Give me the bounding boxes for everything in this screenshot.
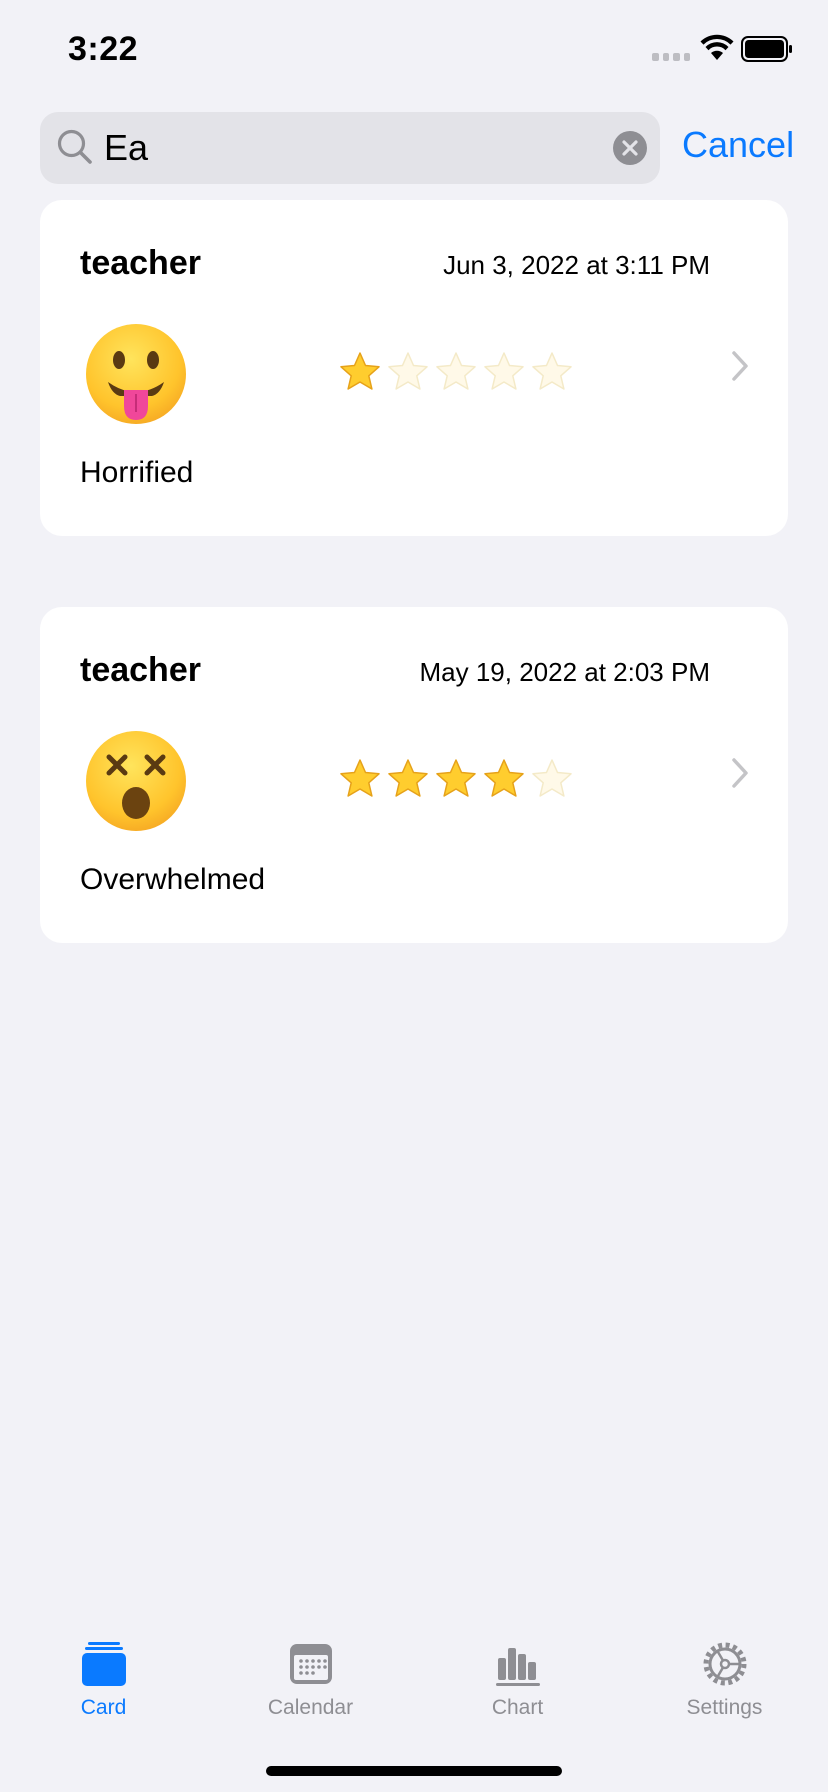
star-empty-icon: [388, 352, 428, 390]
search-bar: [40, 112, 660, 184]
star-rating: [338, 350, 574, 394]
entry-card[interactable]: teacher May 19, 2022 at 2:03 PM Overwhel…: [40, 607, 788, 943]
entry-title: teacher: [80, 651, 201, 689]
entry-date: May 19, 2022 at 2:03 PM: [419, 657, 710, 687]
tab-chart[interactable]: Chart: [414, 1620, 621, 1730]
star-filled-icon: [340, 759, 380, 797]
cancel-button[interactable]: Cancel: [682, 124, 794, 166]
tab-label: Card: [80, 1696, 127, 1719]
bar-chart-icon: [496, 1648, 540, 1686]
tab-settings[interactable]: Settings: [621, 1620, 828, 1730]
star-filled-icon: [340, 352, 380, 390]
star-rating: [338, 757, 574, 801]
calendar-icon: [290, 1644, 332, 1684]
entry-date: Jun 3, 2022 at 3:11 PM: [443, 250, 710, 280]
star-filled-icon: [388, 759, 428, 797]
screen: 3:22 Cancel teacher Jun 3, 2022: [0, 0, 828, 1792]
home-indicator[interactable]: [266, 1766, 562, 1776]
cards-icon: [82, 1642, 126, 1686]
tab-calendar[interactable]: Calendar: [207, 1620, 414, 1730]
search-input[interactable]: [104, 112, 584, 184]
status-time: 3:22: [68, 30, 139, 68]
tab-label: Settings: [686, 1696, 763, 1719]
tab-card[interactable]: Card: [0, 1620, 207, 1730]
clear-search-icon[interactable]: [612, 130, 648, 166]
tab-label: Calendar: [267, 1696, 354, 1719]
tab-bar: Card Calendar Chart Settings: [0, 1620, 828, 1740]
chevron-right-icon: [732, 758, 748, 788]
entry-title: teacher: [80, 244, 201, 282]
tab-label: Chart: [491, 1696, 544, 1719]
entry-card[interactable]: teacher Jun 3, 2022 at 3:11 PM Horrified: [40, 200, 788, 536]
star-empty-icon: [532, 352, 572, 390]
search-icon: [57, 129, 92, 164]
face-with-tongue-icon: [86, 324, 186, 424]
star-empty-icon: [532, 759, 572, 797]
gear-icon: [703, 1642, 747, 1686]
battery-icon: [741, 36, 792, 62]
star-empty-icon: [484, 352, 524, 390]
dizzy-face-icon: [86, 731, 186, 831]
star-filled-icon: [436, 759, 476, 797]
chevron-right-icon: [732, 351, 748, 381]
star-filled-icon: [484, 759, 524, 797]
status-bar: 3:22: [0, 0, 828, 100]
entry-mood: Horrified: [80, 456, 194, 489]
wifi-icon: [700, 34, 734, 60]
star-empty-icon: [436, 352, 476, 390]
cellular-signal-icon: [652, 53, 690, 63]
entry-mood: Overwhelmed: [80, 863, 266, 896]
